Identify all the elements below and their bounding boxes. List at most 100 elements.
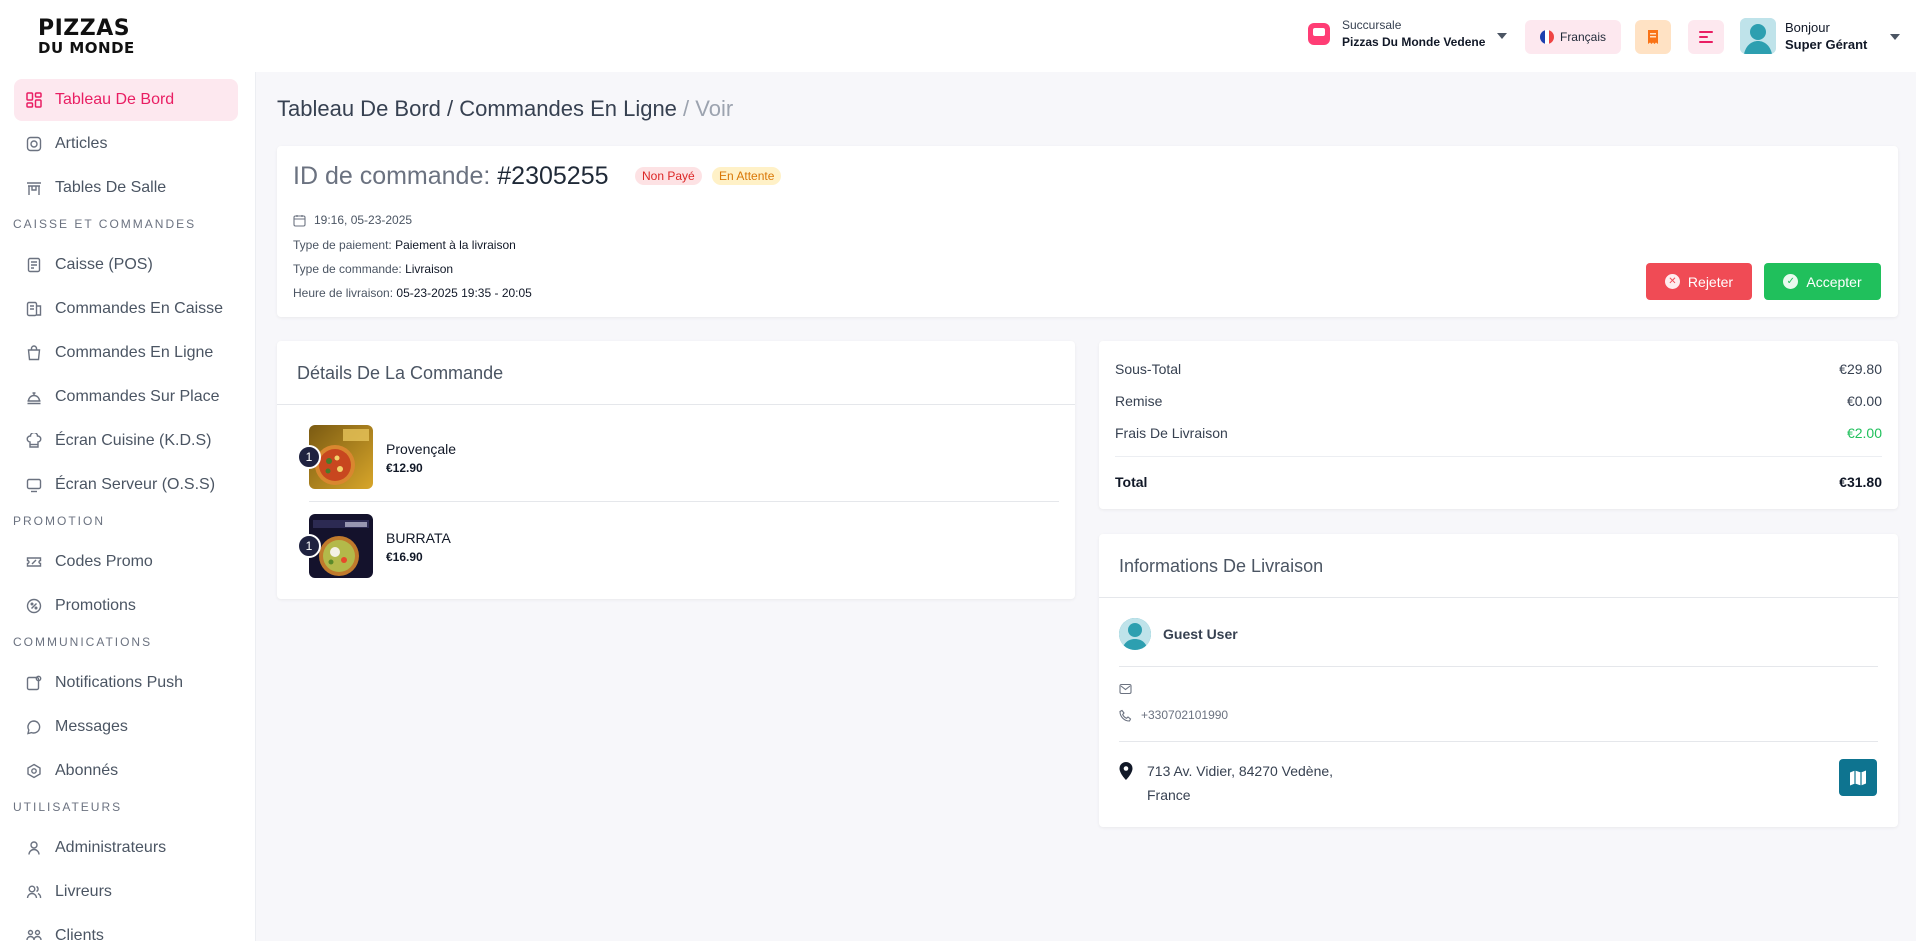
sidebar-item-label: Commandes En Caisse bbox=[55, 300, 224, 317]
map-icon bbox=[1850, 770, 1866, 785]
sidebar-item-kitchen[interactable]: Écran Cuisine (K.D.S) bbox=[14, 420, 238, 462]
sidebar-item-coupons[interactable]: Codes Promo bbox=[14, 541, 238, 583]
sidebar-item-label: Articles bbox=[55, 135, 108, 152]
chevron-down-icon[interactable] bbox=[1497, 33, 1507, 39]
menu-lines-icon bbox=[1699, 31, 1713, 43]
receipt-icon bbox=[1648, 30, 1658, 44]
sidebar-item-label: Livreurs bbox=[55, 883, 112, 900]
brand-logo[interactable]: PIZZAS DU MONDE bbox=[38, 18, 135, 56]
customer-name: Guest User bbox=[1163, 626, 1238, 642]
store-icon bbox=[1308, 22, 1330, 45]
item-name: BURRATA bbox=[386, 530, 451, 546]
divider bbox=[1099, 597, 1898, 598]
branch-name: Pizzas Du Monde Vedene bbox=[1342, 35, 1486, 49]
articles-icon bbox=[26, 136, 42, 152]
reject-label: Rejeter bbox=[1687, 273, 1734, 290]
delivery-fee-label: Frais De Livraison bbox=[1115, 425, 1228, 441]
sidebar-item-promotions[interactable]: Promotions bbox=[14, 585, 238, 627]
reject-button[interactable]: ✕ Rejeter bbox=[1646, 263, 1752, 300]
section-title-promotion: PROMOTION bbox=[13, 514, 105, 528]
accept-button[interactable]: ✓ Accepter bbox=[1764, 263, 1881, 300]
sidebar-item-articles[interactable]: Articles bbox=[14, 123, 238, 165]
sidebar-item-label: Caisse (POS) bbox=[55, 256, 153, 273]
customer-row: Guest User bbox=[1119, 618, 1238, 650]
subtotal-value: €29.80 bbox=[1839, 361, 1882, 377]
location-pin-icon bbox=[1119, 762, 1133, 780]
delivery-info-card: Informations De Livraison Guest User +33… bbox=[1099, 534, 1898, 827]
breadcrumb-dashboard[interactable]: Tableau De Bord bbox=[277, 96, 441, 121]
sidebar-item-label: Tables De Salle bbox=[55, 179, 167, 196]
order-item: 1 Provençale €12.90 bbox=[297, 425, 1059, 491]
language-label: Français bbox=[1559, 30, 1606, 44]
sidebar-item-label: Codes Promo bbox=[55, 553, 153, 570]
sidebar-item-server-screen[interactable]: Écran Serveur (O.S.S) bbox=[14, 464, 238, 506]
admin-icon bbox=[26, 840, 42, 856]
kitchen-icon bbox=[26, 433, 42, 449]
order-details-title: Détails De La Commande bbox=[297, 363, 504, 383]
divider bbox=[277, 404, 1075, 405]
server-screen-icon bbox=[26, 477, 42, 493]
delivery-fee-row: Frais De Livraison €2.00 bbox=[1115, 425, 1882, 441]
sidebar-item-admins[interactable]: Administrateurs bbox=[14, 827, 238, 869]
avatar bbox=[1119, 618, 1151, 650]
sidebar-item-label: Commandes En Ligne bbox=[55, 344, 214, 361]
section-title-users: UTILISATEURS bbox=[13, 800, 123, 814]
order-datetime-row: 19:16, 05-23-2025 bbox=[293, 213, 412, 227]
phone-row: +330702101990 bbox=[1119, 708, 1228, 722]
sidebar-item-subscribers[interactable]: Abonnés bbox=[14, 750, 238, 792]
address-line1: 713 Av. Vidier, 84270 Vedène, bbox=[1147, 763, 1334, 779]
quantity-badge: 1 bbox=[297, 534, 321, 558]
sidebar-item-online-orders[interactable]: Commandes En Ligne bbox=[14, 332, 238, 374]
sidebar-item-pos[interactable]: Caisse (POS) bbox=[14, 244, 238, 286]
sidebar-item-label: Écran Cuisine (K.D.S) bbox=[55, 432, 212, 449]
order-status-badge: En Attente bbox=[712, 167, 782, 185]
menu-toggle-button[interactable] bbox=[1688, 20, 1724, 54]
sidebar-item-tables[interactable]: Tables De Salle bbox=[14, 167, 238, 209]
sidebar-item-delivery-men[interactable]: Livreurs bbox=[14, 871, 238, 913]
pos-icon bbox=[26, 257, 42, 273]
delivery-fee-value: €2.00 bbox=[1846, 425, 1882, 441]
payment-status-badge: Non Payé bbox=[635, 167, 702, 185]
sidebar-item-dashboard[interactable]: Tableau De Bord bbox=[14, 79, 238, 121]
branch-selector[interactable]: Succursale Pizzas Du Monde Vedene bbox=[1308, 18, 1485, 49]
language-selector[interactable]: Français bbox=[1525, 20, 1621, 54]
total-label: Total bbox=[1115, 474, 1148, 490]
payment-type-row: Type de paiement: Paiement à la livraiso… bbox=[293, 238, 516, 252]
coupon-icon bbox=[26, 554, 42, 570]
sidebar-item-label: Clients bbox=[55, 927, 104, 941]
quantity-badge: 1 bbox=[297, 445, 321, 469]
user-menu[interactable]: Bonjour Super Gérant bbox=[1740, 18, 1867, 54]
item-price: €12.90 bbox=[386, 461, 423, 475]
order-datetime: 19:16, 05-23-2025 bbox=[314, 213, 413, 227]
phone-number[interactable]: +330702101990 bbox=[1141, 708, 1228, 722]
total-value: €31.80 bbox=[1839, 474, 1882, 490]
divider bbox=[1119, 666, 1878, 667]
sidebar-item-label: Notifications Push bbox=[55, 674, 184, 691]
sidebar-item-label: Écran Serveur (O.S.S) bbox=[55, 476, 216, 493]
chevron-down-icon[interactable] bbox=[1890, 34, 1900, 40]
user-greeting: Bonjour bbox=[1785, 20, 1830, 35]
open-map-button[interactable] bbox=[1839, 759, 1877, 796]
sidebar-item-messages[interactable]: Messages bbox=[14, 706, 238, 748]
total-row: Total €31.80 bbox=[1115, 474, 1882, 490]
sidebar: Tableau De Bord Articles Tables De Salle… bbox=[0, 72, 256, 941]
message-icon bbox=[26, 719, 42, 735]
breadcrumb-online-orders[interactable]: Commandes En Ligne bbox=[459, 96, 677, 121]
divider bbox=[1115, 456, 1882, 457]
sidebar-item-dine-in[interactable]: Commandes Sur Place bbox=[14, 376, 238, 418]
sidebar-item-push-notifications[interactable]: Notifications Push bbox=[14, 662, 238, 704]
sidebar-item-cashier-orders[interactable]: Commandes En Caisse bbox=[14, 288, 238, 330]
delivery-time-label: Heure de livraison: bbox=[293, 286, 394, 300]
logo-line2: DU MONDE bbox=[38, 39, 135, 57]
cashier-orders-icon bbox=[26, 301, 42, 317]
sidebar-item-label: Administrateurs bbox=[55, 839, 167, 856]
sidebar-item-customers[interactable]: Clients bbox=[14, 915, 238, 941]
order-type-value: Livraison bbox=[405, 262, 454, 276]
order-type-label: Type de commande: bbox=[293, 262, 402, 276]
breadcrumb-separator: / bbox=[440, 96, 460, 121]
pos-shortcut-button[interactable] bbox=[1635, 20, 1671, 54]
address-row: 713 Av. Vidier, 84270 Vedène, France bbox=[1119, 759, 1333, 807]
delivery-time-value: 05-23-2025 19:35 - 20:05 bbox=[396, 286, 532, 300]
check-circle-icon: ✓ bbox=[1783, 274, 1799, 289]
section-title-communications: COMMUNICATIONS bbox=[13, 635, 153, 649]
